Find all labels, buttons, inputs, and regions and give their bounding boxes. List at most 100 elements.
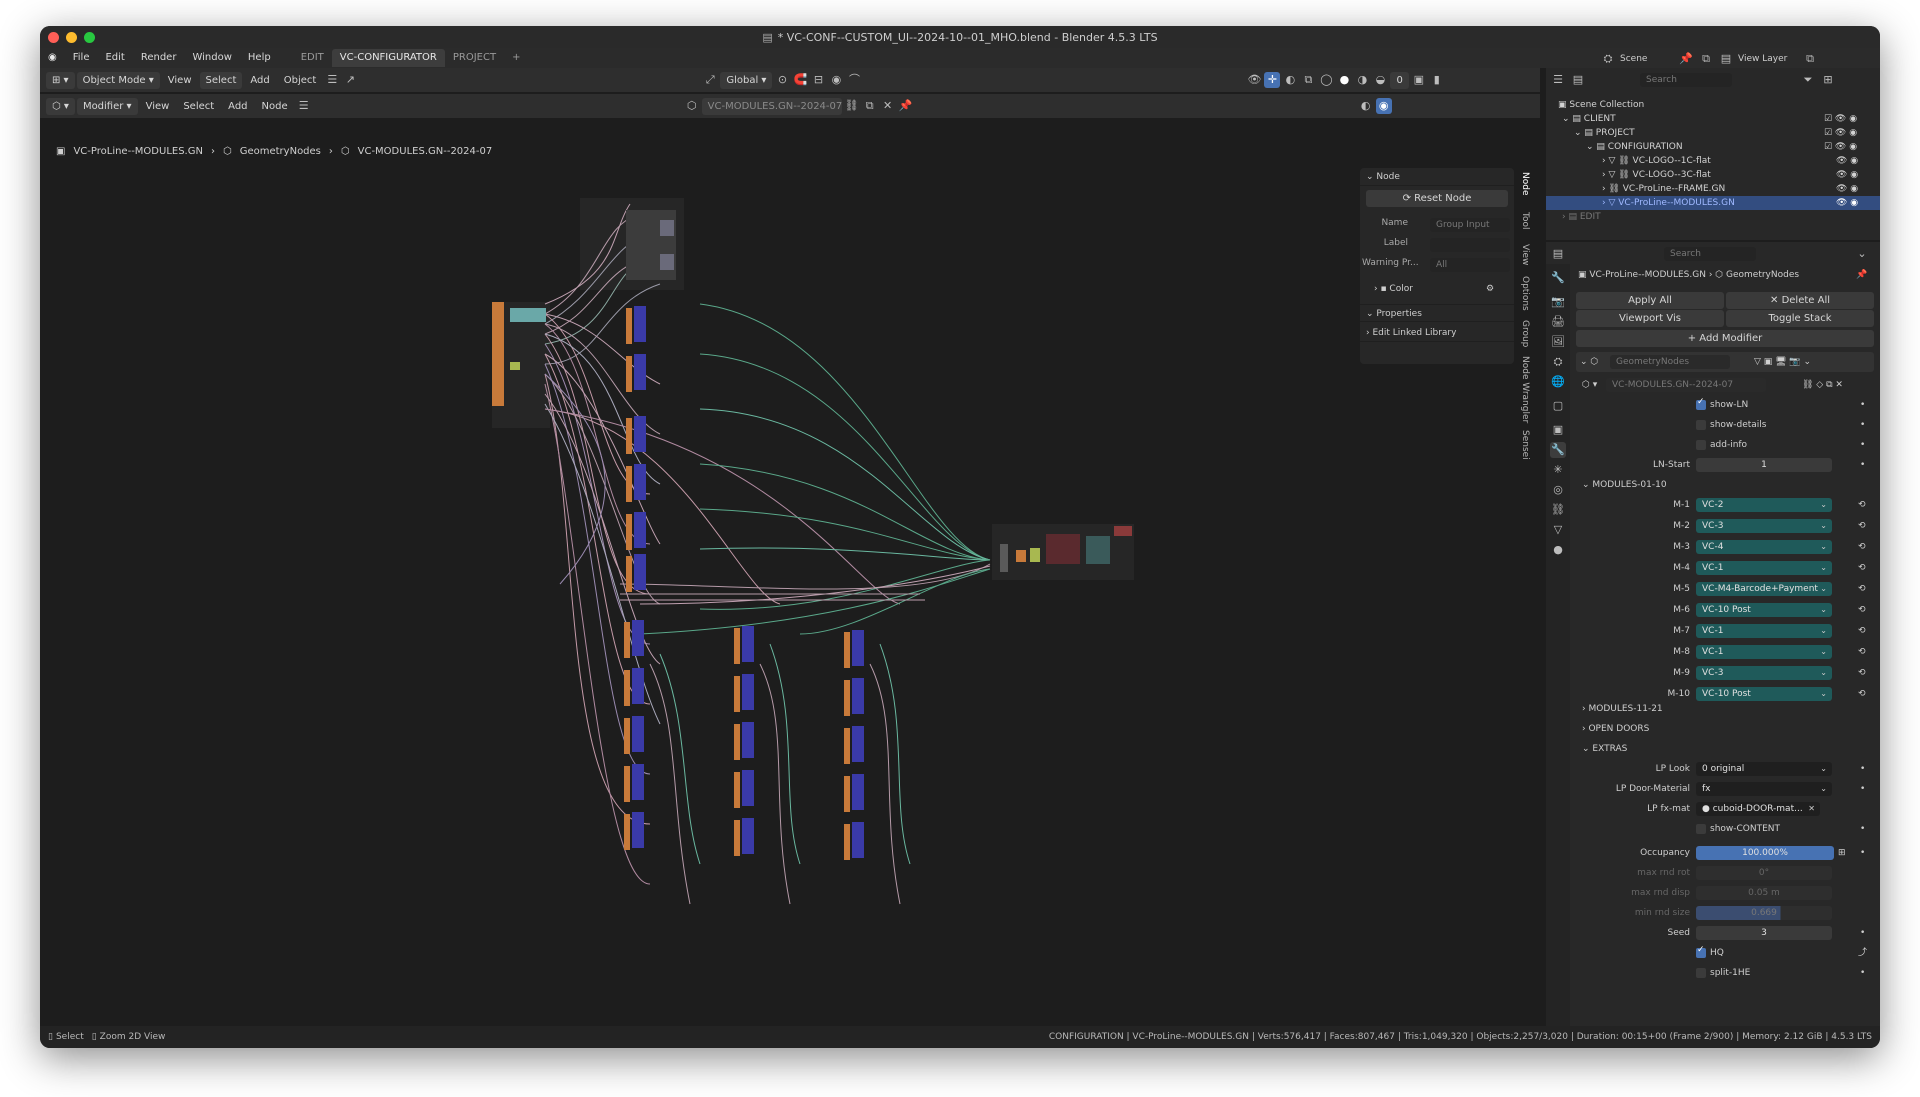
tab-edit[interactable]: EDIT [293, 49, 332, 67]
add-info-checkbox[interactable] [1696, 440, 1706, 450]
breadcrumb-object[interactable]: VC-ProLine--MODULES.GN [73, 146, 203, 157]
render-icon[interactable]: ▣ [1411, 72, 1427, 88]
editor-subtype-dropdown[interactable]: Modifier ▾ [76, 97, 138, 115]
add-workspace-button[interactable]: + [504, 49, 528, 67]
tab-tool[interactable]: Tool [1520, 212, 1530, 229]
outliner-row-logo-1c[interactable]: › ▽ ⛓ VC-LOGO--1C-flat 👁 ◉ [1546, 154, 1880, 168]
show-content-checkbox[interactable] [1696, 824, 1706, 834]
view-layer-icon[interactable]: ▤ [1718, 51, 1734, 67]
lp-fx-field[interactable]: ● cuboid-DOOR-mat... ✕ [1696, 802, 1820, 816]
output-tab-icon[interactable]: 🖨 [1550, 314, 1566, 330]
menu-file[interactable]: File [65, 48, 98, 68]
keyframe-dot-icon[interactable]: • [1860, 966, 1865, 980]
menu-render[interactable]: Render [133, 48, 185, 68]
transform-icon[interactable]: ⤢ [702, 72, 718, 88]
apply-all-button[interactable]: Apply All [1576, 292, 1724, 309]
editor-type-button[interactable]: ⊞ ▾ [46, 71, 75, 89]
close-icon[interactable]: ✕ [1808, 802, 1815, 816]
node-tree-icon[interactable]: ⬡ [684, 98, 700, 114]
orientation-dropdown[interactable]: Global ▾ [720, 71, 773, 89]
node-graph-canvas[interactable] [40, 164, 1540, 1024]
modifier-tab-icon[interactable]: 🔧 [1550, 442, 1566, 458]
menu-help[interactable]: Help [240, 48, 279, 68]
shading-wire-icon[interactable]: ◯ [1318, 72, 1334, 88]
show-details-checkbox[interactable] [1696, 420, 1706, 430]
module-dropdown[interactable]: VC-2 ⌄ [1696, 498, 1832, 512]
menu-window[interactable]: Window [184, 48, 239, 68]
module-dropdown[interactable]: VC-10 Post ⌄ [1696, 603, 1832, 617]
falloff-icon[interactable]: ⌒ [846, 72, 862, 88]
proportional-icon[interactable]: ◉ [828, 72, 844, 88]
lp-door-dropdown[interactable]: fx ⌄ [1696, 782, 1832, 796]
extras-panel[interactable]: ⌄ EXTRAS [1582, 742, 1627, 756]
collapse-chevron-icon[interactable]: ⌄ ⬡ [1580, 355, 1598, 369]
eyedropper-icon[interactable]: ⊞ [1838, 846, 1846, 860]
reset-icon[interactable]: ⟲ [1858, 645, 1866, 659]
tool-icon[interactable]: ↗ [342, 72, 358, 88]
scene-pin-icon[interactable]: 📌 [1678, 51, 1694, 67]
minimize-button[interactable] [66, 32, 77, 43]
visibility-icons[interactable]: 👁 ◉ [1836, 196, 1858, 210]
min-size-slider[interactable]: 0.669 [1696, 906, 1832, 920]
add-modifier-button[interactable]: + Add Modifier [1576, 330, 1874, 347]
collection-tab-icon[interactable]: ▢ [1550, 398, 1566, 414]
scene-tab-icon[interactable]: ⛭ [1550, 354, 1566, 370]
properties-search[interactable]: Search [1664, 247, 1756, 261]
tab-node[interactable]: Node [1520, 172, 1530, 196]
outliner-row-project[interactable]: ⌄ ▤ PROJECT ☑ 👁 ◉ [1546, 126, 1880, 140]
outliner-row-client[interactable]: ⌄ ▤ CLIENT ☑ 👁 ◉ [1546, 112, 1880, 126]
seed-field[interactable]: 3 [1696, 926, 1832, 940]
tab-project[interactable]: PROJECT [445, 49, 504, 67]
reset-node-button[interactable]: ⟳ Reset Node [1366, 190, 1508, 207]
modifier-name-field[interactable]: GeometryNodes [1610, 355, 1730, 369]
blender-logo-icon[interactable]: ◉ [40, 48, 65, 68]
mode-dropdown[interactable]: Object Mode ▾ [76, 71, 160, 89]
view-menu[interactable]: View [162, 72, 198, 89]
outliner-search[interactable]: Search [1640, 73, 1732, 87]
breadcrumb-node-group[interactable]: VC-MODULES.GN--2024-07 [358, 146, 493, 157]
duplicate-icon[interactable]: ⧉ [862, 98, 878, 114]
split-checkbox[interactable] [1696, 968, 1706, 978]
top-frame-nodes[interactable] [626, 210, 676, 280]
properties-section[interactable]: ⌄ Properties [1360, 304, 1514, 322]
overlay-toggle-icon[interactable]: ◐ [1358, 98, 1374, 114]
label-field[interactable] [1430, 238, 1510, 252]
visibility-icons[interactable]: ☑ 👁 ◉ [1824, 112, 1857, 126]
view-layer-name[interactable]: View Layer [1738, 54, 1798, 64]
reset-icon[interactable]: ⟲ [1858, 498, 1866, 512]
menu-edit[interactable]: Edit [97, 48, 132, 68]
ln-start-field[interactable]: 1 [1696, 458, 1832, 472]
reset-icon[interactable]: ⟲ [1858, 540, 1866, 554]
max-disp-field[interactable]: 0.05 m [1696, 886, 1832, 900]
occupancy-slider[interactable]: 100.000% [1696, 846, 1834, 860]
module-dropdown[interactable]: VC-3 ⌄ [1696, 519, 1832, 533]
constraints-tab-icon[interactable]: ⛓ [1550, 502, 1566, 518]
keyframe-dot-icon[interactable]: • [1860, 822, 1865, 836]
module-dropdown[interactable]: VC-10 Post ⌄ [1696, 687, 1832, 701]
warning-dropdown[interactable]: All [1430, 258, 1510, 272]
tab-sensei[interactable]: Sensei [1520, 430, 1530, 460]
outliner-row-logo-3c[interactable]: › ▽ ⛓ VC-LOGO--3C-flat 👁 ◉ [1546, 168, 1880, 182]
open-doors-panel[interactable]: › OPEN DOORS [1582, 722, 1649, 736]
properties-pin-icon[interactable]: 📌 [1856, 268, 1867, 282]
color-subpanel[interactable]: › ▪ Color [1374, 282, 1413, 296]
edit-linked-library-section[interactable]: › Edit Linked Library [1360, 324, 1514, 342]
modules-01-10-panel[interactable]: ⌄ MODULES-01-10 [1582, 478, 1667, 492]
object-tab-icon[interactable]: ▣ [1550, 422, 1566, 438]
object-menu[interactable]: Object [278, 72, 323, 89]
view-layer-tab-icon[interactable]: 🖼 [1550, 334, 1566, 350]
link-icon[interactable]: ⤴ [1858, 946, 1867, 960]
visibility-icons[interactable]: 👁 ◉ [1836, 168, 1858, 182]
node-view-menu[interactable]: View [140, 98, 176, 115]
node-select-menu[interactable]: Select [177, 98, 220, 115]
snap-target-icon[interactable]: ⊟ [810, 72, 826, 88]
visibility-icons[interactable]: 👁 ◉ [1836, 182, 1858, 196]
visibility-icons[interactable]: ☑ 👁 ◉ [1824, 126, 1857, 140]
properties-options-icon[interactable]: ⌄ [1854, 246, 1870, 262]
reset-icon[interactable]: ⟲ [1858, 582, 1866, 596]
reset-icon[interactable]: ⟲ [1858, 519, 1866, 533]
module-node-column-top[interactable] [626, 306, 646, 592]
keyframe-dot-icon[interactable]: • [1860, 782, 1865, 796]
modules-11-21-panel[interactable]: › MODULES-11-21 [1582, 702, 1663, 716]
visibility-icons[interactable]: 👁 ◉ [1836, 154, 1858, 168]
